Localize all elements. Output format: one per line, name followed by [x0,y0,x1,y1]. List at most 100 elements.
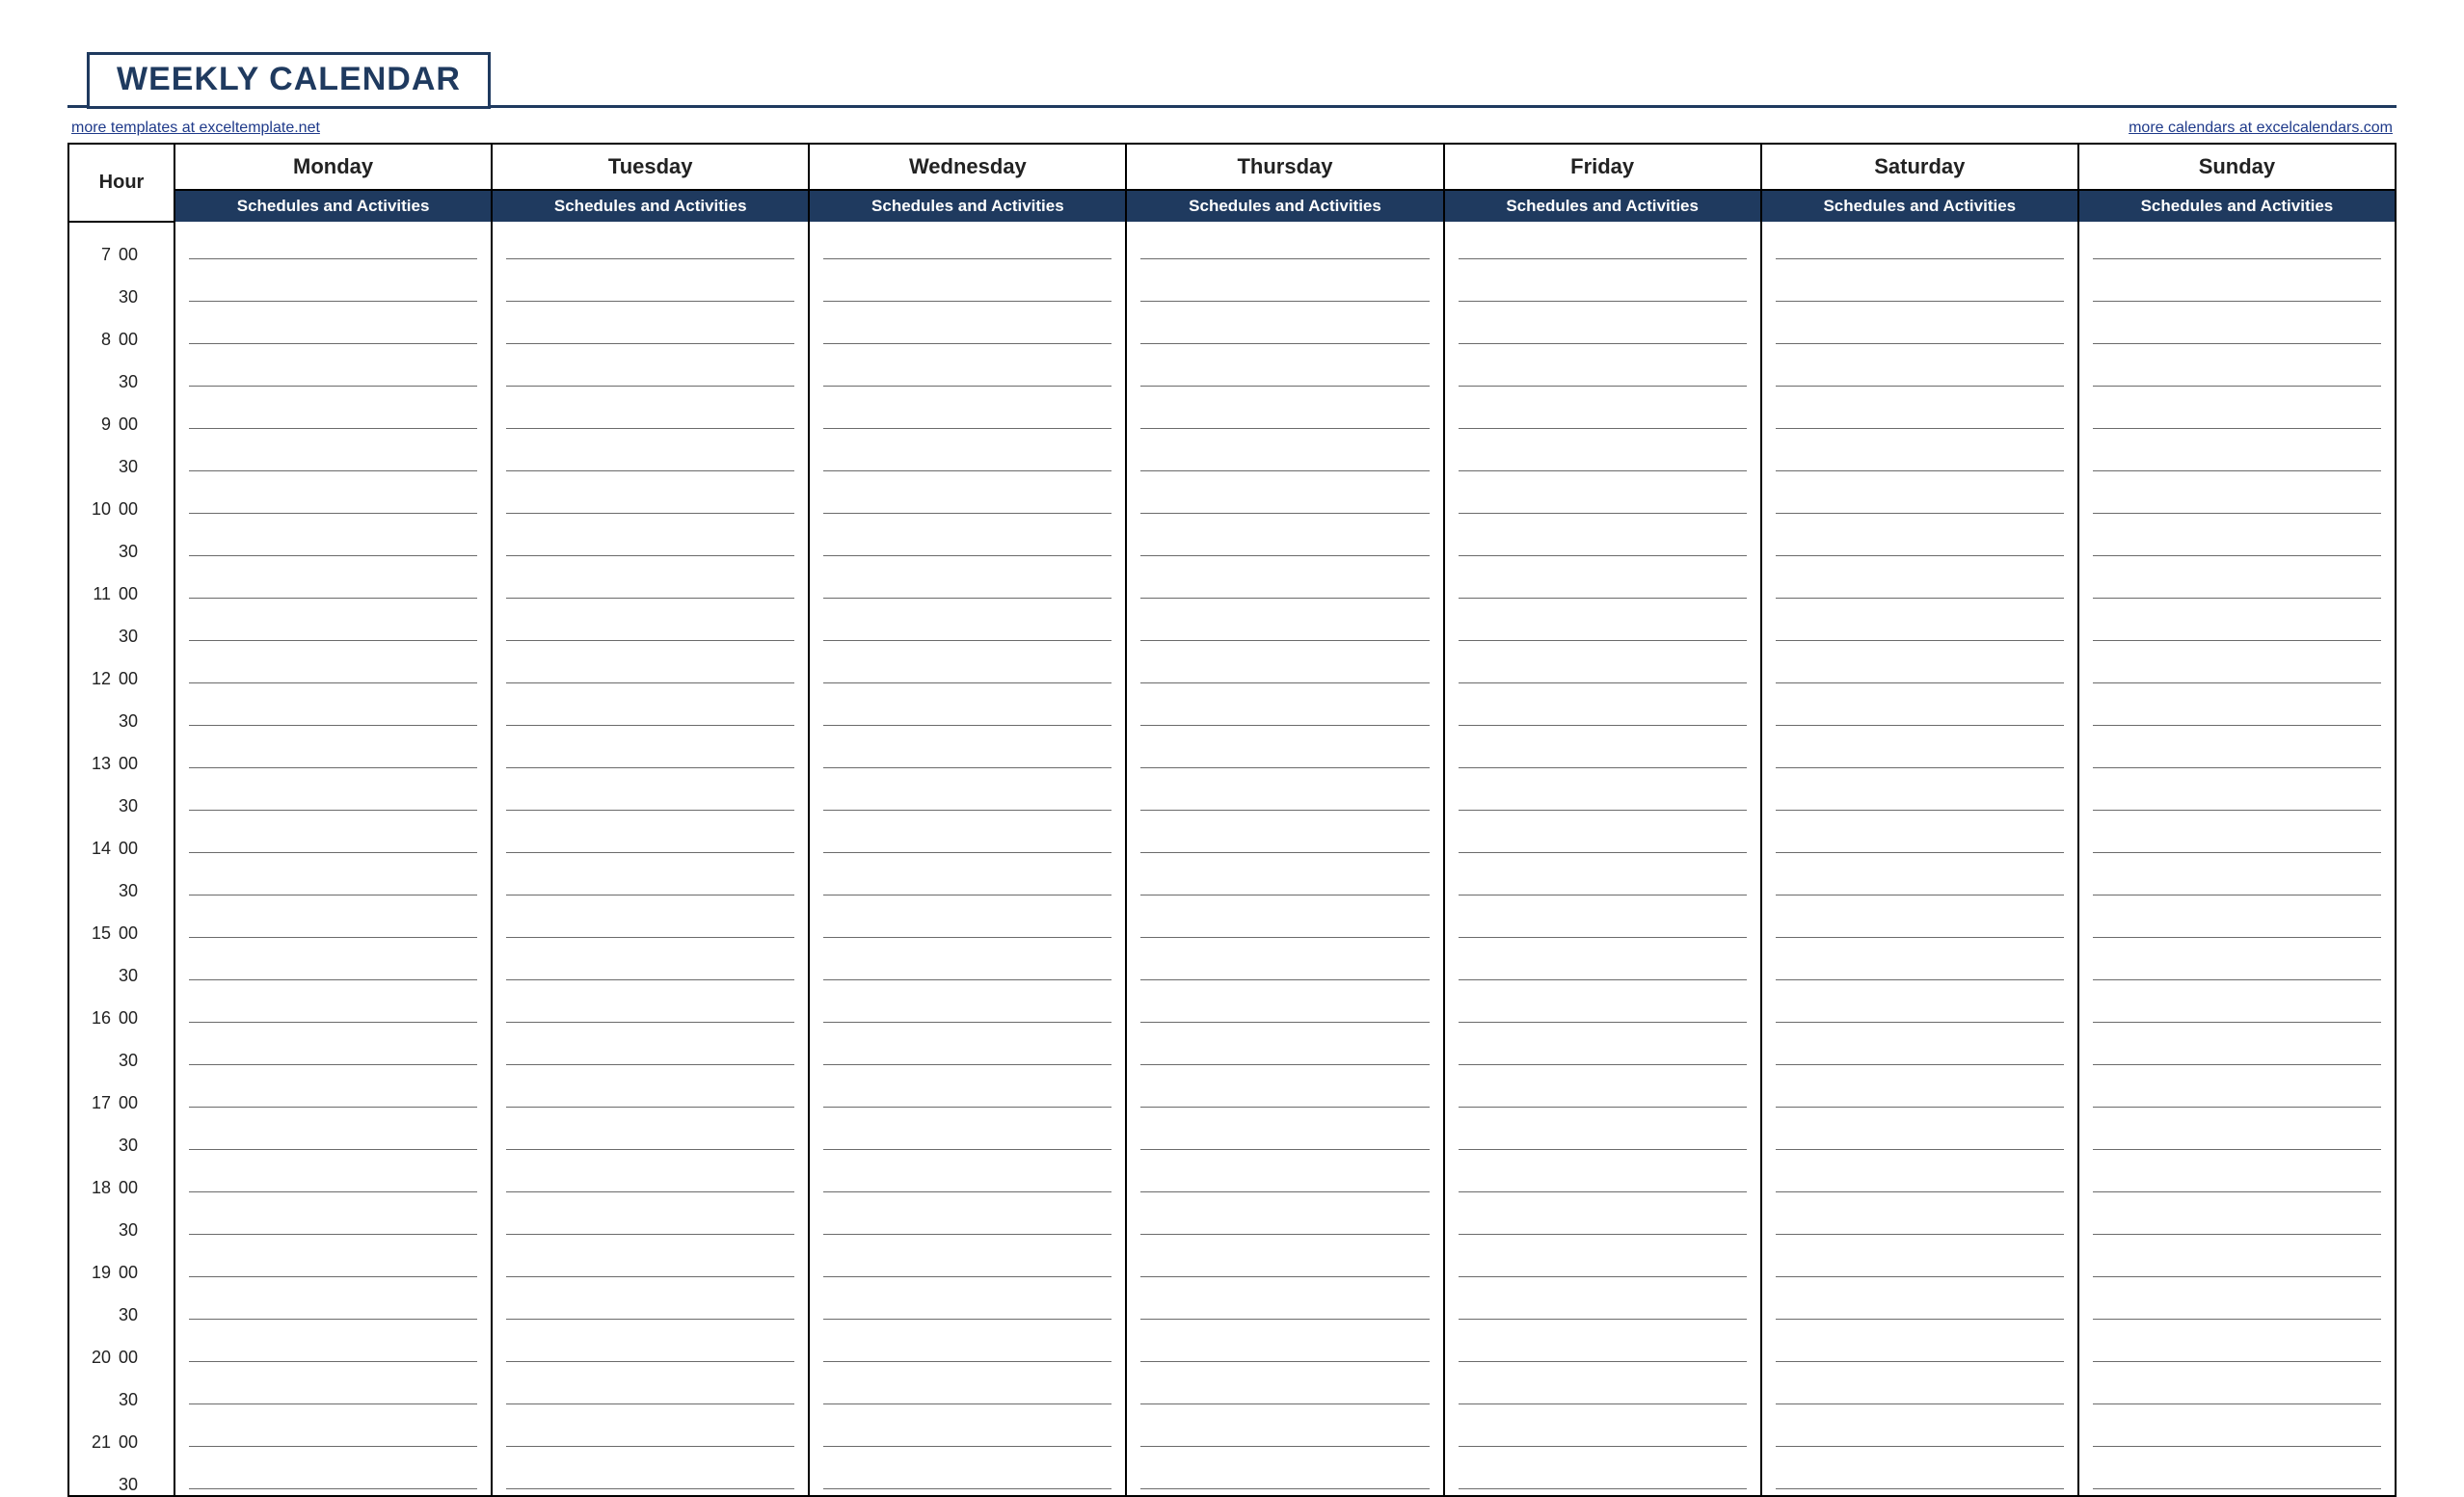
schedule-slot[interactable] [1126,901,1443,944]
schedule-slot[interactable] [2078,562,2396,604]
schedule-slot[interactable] [809,477,1126,520]
schedule-slot[interactable] [1761,1283,2078,1325]
schedule-slot[interactable] [1126,1325,1443,1368]
schedule-slot[interactable] [492,1241,809,1283]
schedule-slot[interactable] [492,1071,809,1113]
schedule-slot[interactable] [1761,520,2078,562]
schedule-slot[interactable] [809,774,1126,816]
schedule-slot[interactable] [1444,816,1761,859]
link-more-calendars[interactable]: more calendars at excelcalendars.com [2129,120,2393,137]
schedule-slot[interactable] [2078,859,2396,901]
schedule-slot[interactable] [1761,647,2078,689]
schedule-slot[interactable] [1444,1368,1761,1410]
schedule-slot[interactable] [2078,1071,2396,1113]
schedule-slot[interactable] [1761,350,2078,392]
schedule-slot[interactable] [1444,1325,1761,1368]
schedule-slot[interactable] [174,901,492,944]
schedule-slot[interactable] [1444,307,1761,350]
schedule-slot[interactable] [1761,859,2078,901]
schedule-slot[interactable] [809,1113,1126,1156]
schedule-slot[interactable] [1126,350,1443,392]
schedule-slot[interactable] [1126,1113,1443,1156]
schedule-slot[interactable] [1444,647,1761,689]
schedule-slot[interactable] [492,222,809,265]
schedule-slot[interactable] [809,689,1126,732]
schedule-slot[interactable] [174,774,492,816]
schedule-slot[interactable] [2078,774,2396,816]
schedule-slot[interactable] [1761,562,2078,604]
schedule-slot[interactable] [809,604,1126,647]
schedule-slot[interactable] [809,520,1126,562]
schedule-slot[interactable] [1444,1241,1761,1283]
schedule-slot[interactable] [1444,562,1761,604]
schedule-slot[interactable] [174,520,492,562]
schedule-slot[interactable] [174,1198,492,1241]
schedule-slot[interactable] [1444,774,1761,816]
schedule-slot[interactable] [809,1071,1126,1113]
schedule-slot[interactable] [1761,265,2078,307]
schedule-slot[interactable] [492,944,809,986]
schedule-slot[interactable] [809,944,1126,986]
schedule-slot[interactable] [174,859,492,901]
schedule-slot[interactable] [1126,562,1443,604]
schedule-slot[interactable] [174,689,492,732]
schedule-slot[interactable] [1126,944,1443,986]
schedule-slot[interactable] [1444,732,1761,774]
schedule-slot[interactable] [1126,435,1443,477]
schedule-slot[interactable] [1444,392,1761,435]
link-more-templates[interactable]: more templates at exceltemplate.net [71,120,320,137]
schedule-slot[interactable] [1761,1071,2078,1113]
schedule-slot[interactable] [1126,1029,1443,1071]
schedule-slot[interactable] [1126,477,1443,520]
schedule-slot[interactable] [1126,392,1443,435]
schedule-slot[interactable] [1444,1198,1761,1241]
schedule-slot[interactable] [1444,1071,1761,1113]
schedule-slot[interactable] [174,435,492,477]
schedule-slot[interactable] [174,392,492,435]
schedule-slot[interactable] [174,816,492,859]
schedule-slot[interactable] [809,222,1126,265]
schedule-slot[interactable] [174,732,492,774]
schedule-slot[interactable] [1126,265,1443,307]
schedule-slot[interactable] [174,222,492,265]
schedule-slot[interactable] [1126,732,1443,774]
schedule-slot[interactable] [1761,307,2078,350]
schedule-slot[interactable] [1761,1453,2078,1496]
schedule-slot[interactable] [492,562,809,604]
schedule-slot[interactable] [174,1283,492,1325]
schedule-slot[interactable] [492,435,809,477]
schedule-slot[interactable] [2078,477,2396,520]
schedule-slot[interactable] [1761,689,2078,732]
schedule-slot[interactable] [492,1453,809,1496]
schedule-slot[interactable] [1444,1113,1761,1156]
schedule-slot[interactable] [2078,816,2396,859]
schedule-slot[interactable] [2078,1156,2396,1198]
schedule-slot[interactable] [1761,986,2078,1029]
schedule-slot[interactable] [1761,435,2078,477]
schedule-slot[interactable] [2078,1283,2396,1325]
schedule-slot[interactable] [2078,944,2396,986]
schedule-slot[interactable] [174,944,492,986]
schedule-slot[interactable] [492,265,809,307]
schedule-slot[interactable] [2078,307,2396,350]
schedule-slot[interactable] [809,562,1126,604]
schedule-slot[interactable] [1761,1029,2078,1071]
schedule-slot[interactable] [1444,435,1761,477]
schedule-slot[interactable] [809,265,1126,307]
schedule-slot[interactable] [174,350,492,392]
schedule-slot[interactable] [809,859,1126,901]
schedule-slot[interactable] [2078,265,2396,307]
schedule-slot[interactable] [1126,986,1443,1029]
schedule-slot[interactable] [2078,1113,2396,1156]
schedule-slot[interactable] [174,1071,492,1113]
schedule-slot[interactable] [809,307,1126,350]
schedule-slot[interactable] [492,1283,809,1325]
schedule-slot[interactable] [2078,986,2396,1029]
schedule-slot[interactable] [1761,1198,2078,1241]
schedule-slot[interactable] [174,477,492,520]
schedule-slot[interactable] [809,1368,1126,1410]
schedule-slot[interactable] [174,562,492,604]
schedule-slot[interactable] [492,520,809,562]
schedule-slot[interactable] [809,392,1126,435]
schedule-slot[interactable] [1761,1113,2078,1156]
